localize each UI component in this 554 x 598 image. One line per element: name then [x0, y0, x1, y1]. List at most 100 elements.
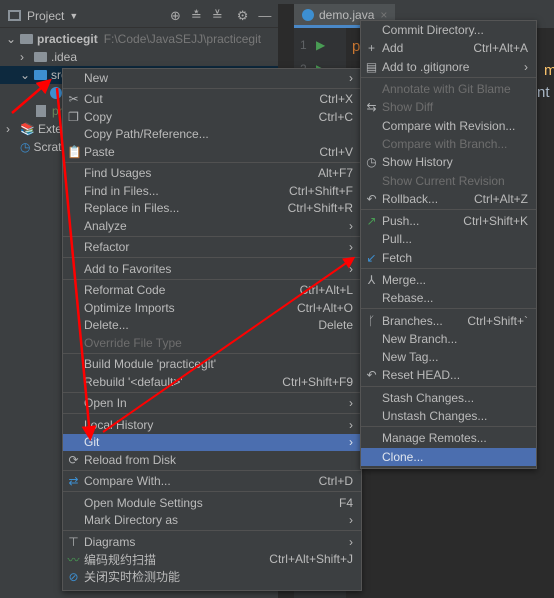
- menu-item-label: Merge...: [382, 273, 427, 287]
- menu-item-[interactable]: 〰编码规约扫描 Ctrl+Alt+Shift+J: [63, 551, 361, 569]
- menu-item-reformat-code[interactable]: Reformat Code Ctrl+Alt+L: [63, 282, 361, 300]
- shortcut-label: Ctrl+Alt+Shift+J: [269, 552, 353, 567]
- menu-item-label: Reformat Code: [84, 283, 166, 298]
- menu-item-find-in-files[interactable]: Find in Files... Ctrl+Shift+F: [63, 182, 361, 200]
- menu-item-compare-with[interactable]: ⇄ Compare With... Ctrl+D: [63, 473, 361, 491]
- menu-item-local-history[interactable]: Local History ›: [63, 416, 361, 434]
- scissors-icon: ✂: [68, 92, 79, 107]
- menu-item-label: Replace in Files...: [84, 201, 180, 216]
- tree-item-idea[interactable]: › .idea: [0, 48, 278, 66]
- shortcut-label: Ctrl+Shift+F9: [282, 374, 353, 389]
- java-class-icon: [50, 87, 62, 99]
- menu-item-rebuild-default[interactable]: Rebuild '<default>' Ctrl+Shift+F9: [63, 373, 361, 391]
- menu-item-unstash-changes[interactable]: Unstash Changes...: [361, 407, 536, 425]
- menu-item-reset-head[interactable]: ↶ Reset HEAD...: [361, 366, 536, 384]
- reload-icon: ⟳: [68, 452, 79, 467]
- menu-item-fetch[interactable]: ↙ Fetch: [361, 249, 536, 267]
- menu-item-commit-directory[interactable]: Commit Directory...: [361, 21, 536, 39]
- gear-icon[interactable]: ⚙: [237, 8, 249, 24]
- menu-item-analyze[interactable]: Analyze ›: [63, 217, 361, 235]
- fetch-arrow-icon: ↙: [366, 250, 377, 265]
- menu-item-open-in[interactable]: Open In ›: [63, 395, 361, 413]
- menu-item-label: Manage Remotes...: [382, 431, 487, 446]
- menu-item-reload-from-disk[interactable]: ⟳ Reload from Disk: [63, 451, 361, 469]
- gitignore-icon: ▤: [365, 59, 378, 74]
- shortcut-label: Ctrl+Alt+O: [296, 300, 353, 315]
- menu-item-label: New Branch...: [382, 331, 458, 346]
- minimize-icon[interactable]: —: [258, 8, 271, 24]
- menu-item-label: Unstash Changes...: [382, 409, 488, 424]
- menu-item-pull[interactable]: Pull...: [361, 230, 536, 248]
- module-icon: [20, 34, 33, 44]
- menu-item-show-diff[interactable]: ⇆ Show Diff: [361, 98, 536, 116]
- menu-item-label: Pull...: [382, 232, 413, 247]
- menu-item-compare-with-revision[interactable]: Compare with Revision...: [361, 116, 536, 134]
- menu-item-add-to-gitignore[interactable]: ▤ Add to .gitignore ›: [361, 58, 536, 76]
- project-title: Project: [27, 8, 65, 23]
- chevron-right-icon: ›: [349, 435, 353, 450]
- menu-item-label: Add to Favorites: [84, 261, 172, 276]
- menu-item-label: Find Usages: [84, 166, 152, 181]
- menu-item-delete[interactable]: Delete... Delete: [63, 317, 361, 335]
- menu-item-merge[interactable]: ⅄ Merge...: [361, 271, 536, 289]
- menu-item-stash-changes[interactable]: Stash Changes...: [361, 389, 536, 407]
- menu-item-git[interactable]: Git ›: [63, 433, 361, 451]
- menu-item-branches[interactable]: ᚴ Branches... Ctrl+Shift+`: [361, 311, 536, 329]
- menu-item-clone[interactable]: Clone...: [361, 447, 536, 466]
- menu-item-copy-path-reference[interactable]: Copy Path/Reference...: [63, 126, 361, 144]
- menu-item-paste[interactable]: 📋 Paste Ctrl+V: [63, 143, 361, 161]
- folder-icon: [34, 70, 47, 80]
- menu-item-label: Annotate with Git Blame: [382, 82, 511, 97]
- chevron-down-icon[interactable]: ▼: [69, 11, 78, 21]
- menu-item-cut[interactable]: ✂ Cut Ctrl+X: [63, 91, 361, 109]
- menu-item-diagrams[interactable]: ⊤ Diagrams ›: [63, 533, 361, 551]
- shortcut-label: Ctrl+Shift+R: [287, 201, 353, 216]
- menu-item-annotate-with-git-blame[interactable]: Annotate with Git Blame: [361, 80, 536, 98]
- menu-item-label: Override File Type: [84, 335, 182, 350]
- project-header[interactable]: Project ▼ ⊕ ≛ ≚ ⚙ —: [0, 4, 278, 28]
- menu-item-label: Reload from Disk: [84, 452, 177, 467]
- menu-item-new-branch[interactable]: New Branch...: [361, 330, 536, 348]
- menu-item-label: Build Module 'practicegit': [84, 357, 216, 372]
- menu-item-copy[interactable]: ❐ Copy Ctrl+C: [63, 108, 361, 126]
- chevron-right-icon: ›: [349, 261, 353, 276]
- collapse-all-icon[interactable]: ≚: [212, 8, 223, 24]
- menu-item-label: Stash Changes...: [382, 390, 475, 405]
- menu-item-manage-remotes[interactable]: Manage Remotes...: [361, 429, 536, 447]
- file-icon: [36, 105, 46, 117]
- shortcut-label: Ctrl+Shift+F: [288, 183, 353, 198]
- menu-item-rebase[interactable]: Rebase...: [361, 289, 536, 307]
- menu-item-find-usages[interactable]: Find Usages Alt+F7: [63, 165, 361, 183]
- shortcut-label: Ctrl+V: [319, 144, 353, 159]
- chevron-right-icon: ›: [349, 534, 353, 549]
- menu-item-open-module-settings[interactable]: Open Module Settings F4: [63, 494, 361, 512]
- expand-all-icon[interactable]: ≛: [191, 8, 202, 24]
- chevron-right-icon: ›: [349, 417, 353, 432]
- run-icon[interactable]: ▶: [316, 38, 325, 52]
- shortcut-label: Ctrl+Alt+A: [473, 41, 528, 56]
- menu-item-add-to-favorites[interactable]: Add to Favorites ›: [63, 260, 361, 278]
- shortcut-label: Ctrl+Shift+K: [463, 214, 528, 229]
- menu-item-optimize-imports[interactable]: Optimize Imports Ctrl+Alt+O: [63, 299, 361, 317]
- menu-item-[interactable]: ⊘ 关闭实时检测功能: [63, 568, 361, 586]
- locate-icon[interactable]: ⊕: [170, 8, 181, 24]
- menu-item-push[interactable]: ↗ Push... Ctrl+Shift+K: [361, 212, 536, 230]
- menu-item-replace-in-files[interactable]: Replace in Files... Ctrl+Shift+R: [63, 200, 361, 218]
- clock-icon: ◷: [366, 155, 377, 170]
- menu-item-rollback[interactable]: ↶ Rollback... Ctrl+Alt+Z: [361, 190, 536, 208]
- shortcut-label: Alt+F7: [317, 166, 353, 181]
- menu-item-add[interactable]: + Add Ctrl+Alt+A: [361, 39, 536, 57]
- menu-item-override-file-type[interactable]: Override File Type: [63, 334, 361, 352]
- tree-item-practicegit[interactable]: ⌄ practicegit F:\Code\JavaSEJJ\practicegit: [0, 30, 278, 48]
- menu-item-compare-with-branch[interactable]: Compare with Branch...: [361, 135, 536, 153]
- menu-item-show-current-revision[interactable]: Show Current Revision: [361, 171, 536, 189]
- chevron-right-icon: ›: [349, 396, 353, 411]
- menu-item-show-history[interactable]: ◷ Show History: [361, 153, 536, 171]
- menu-item-refactor[interactable]: Refactor ›: [63, 239, 361, 257]
- menu-item-label: Rebase...: [382, 291, 434, 306]
- context-menu: New › ✂ Cut Ctrl+X ❐ Copy Ctrl+C Copy Path/Refer…: [62, 68, 362, 591]
- menu-item-new[interactable]: New ›: [63, 69, 361, 87]
- menu-item-new-tag[interactable]: New Tag...: [361, 348, 536, 366]
- menu-item-mark-directory-as[interactable]: Mark Directory as ›: [63, 512, 361, 530]
- menu-item-build-module-practicegit[interactable]: Build Module 'practicegit': [63, 356, 361, 374]
